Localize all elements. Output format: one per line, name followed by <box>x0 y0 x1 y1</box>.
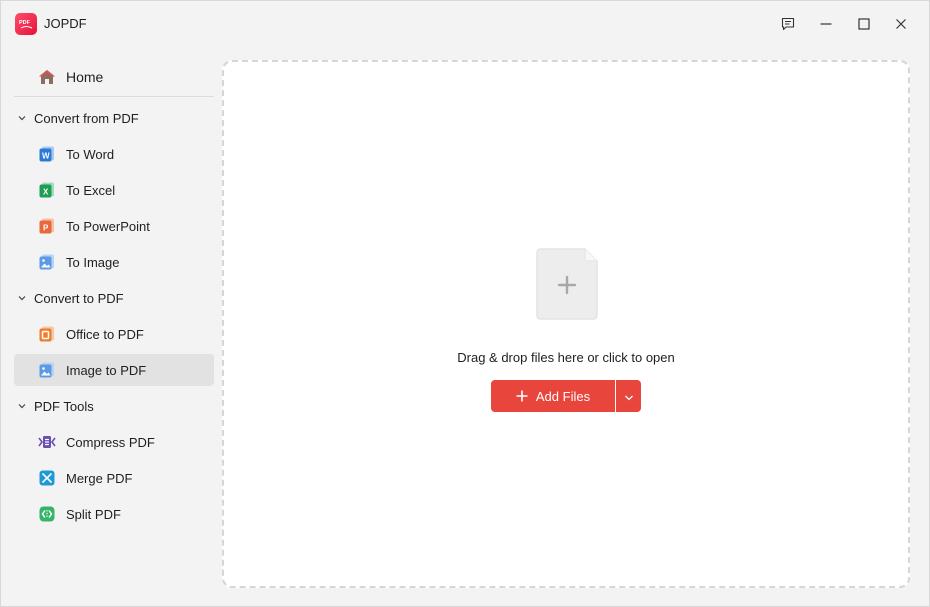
powerpoint-icon: P <box>38 217 56 235</box>
sidebar-item-merge-pdf[interactable]: Merge PDF <box>14 462 214 494</box>
sidebar-item-image-to-pdf[interactable]: Image to PDF <box>14 354 214 386</box>
sidebar-item-to-image[interactable]: To Image <box>14 246 214 278</box>
sidebar-item-label: Merge PDF <box>66 470 133 486</box>
svg-text:P: P <box>43 224 49 233</box>
word-icon: W <box>38 145 56 163</box>
plus-icon <box>516 390 528 402</box>
section-label: PDF Tools <box>34 398 94 414</box>
sidebar-item-to-powerpoint[interactable]: P To PowerPoint <box>14 210 214 242</box>
sidebar-item-split-pdf[interactable]: Split PDF <box>14 498 214 530</box>
sidebar-item-to-word[interactable]: W To Word <box>14 138 214 170</box>
sidebar-item-office-to-pdf[interactable]: Office to PDF <box>14 318 214 350</box>
sidebar-item-label: Office to PDF <box>66 326 144 342</box>
section-pdf-tools[interactable]: PDF Tools <box>14 390 214 422</box>
compress-icon <box>38 433 56 451</box>
sidebar-item-label: To Excel <box>66 182 116 198</box>
sidebar-item-label: To Image <box>66 254 120 270</box>
image-icon <box>38 361 56 379</box>
sidebar-item-label: To Word <box>66 146 115 162</box>
merge-icon <box>38 469 56 487</box>
section-label: Convert from PDF <box>34 110 139 126</box>
svg-text:W: W <box>42 152 50 161</box>
add-files-dropdown[interactable] <box>616 380 641 412</box>
section-label: Convert to PDF <box>34 290 124 306</box>
image-icon <box>38 253 56 271</box>
sidebar: Home Convert from PDF W To Word X To Exc… <box>1 57 223 597</box>
maximize-icon[interactable] <box>851 11 877 37</box>
sidebar-item-compress-pdf[interactable]: Compress PDF <box>14 426 214 458</box>
add-files-label: Add Files <box>535 388 591 404</box>
sidebar-divider <box>14 96 214 97</box>
split-icon <box>38 505 56 523</box>
app-logo: PDF <box>15 13 37 35</box>
sidebar-item-label: To PowerPoint <box>66 218 150 234</box>
sidebar-item-label: Split PDF <box>66 506 121 522</box>
home-icon <box>38 68 56 86</box>
sidebar-item-home[interactable]: Home <box>14 59 214 95</box>
chevron-down-icon <box>15 111 29 125</box>
sidebar-item-to-excel[interactable]: X To Excel <box>14 174 214 206</box>
office-icon <box>38 325 56 343</box>
add-files-button[interactable]: Add Files <box>491 380 615 412</box>
title-bar: PDF JOPDF <box>1 1 929 47</box>
section-convert-to-pdf[interactable]: Convert to PDF <box>14 282 214 314</box>
add-file-placeholder[interactable] <box>535 247 599 321</box>
app-window: PDF JOPDF Home Convert from PDF W To Wor… <box>0 0 930 607</box>
section-convert-from-pdf[interactable]: Convert from PDF <box>14 102 214 134</box>
app-title: JOPDF <box>44 16 87 31</box>
sidebar-item-label: Compress PDF <box>66 434 155 450</box>
chevron-down-icon <box>15 291 29 305</box>
minimize-icon[interactable] <box>813 11 839 37</box>
svg-text:X: X <box>43 188 49 197</box>
sidebar-item-label: Home <box>66 69 104 85</box>
close-icon[interactable] <box>888 11 914 37</box>
drop-instructions: Drag & drop files here or click to open <box>457 350 675 365</box>
chevron-down-icon <box>624 389 634 404</box>
chevron-down-icon <box>15 399 29 413</box>
svg-text:PDF: PDF <box>19 20 31 26</box>
sidebar-item-label: Image to PDF <box>66 362 147 378</box>
feedback-icon[interactable] <box>775 11 801 37</box>
file-drop-zone[interactable]: Drag & drop files here or click to open … <box>222 60 910 588</box>
excel-icon: X <box>38 181 56 199</box>
